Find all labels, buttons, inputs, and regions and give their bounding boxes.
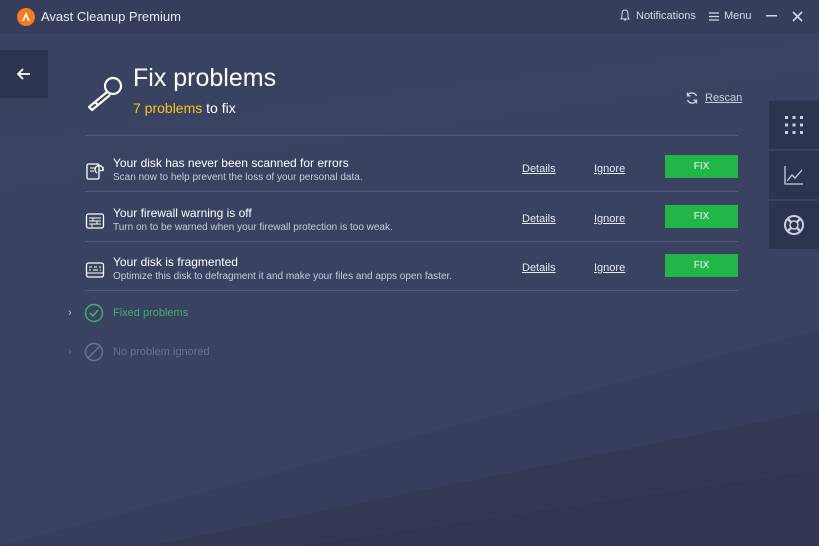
chevron-right-icon[interactable]: › — [68, 307, 72, 319]
bell-icon[interactable] — [620, 9, 630, 22]
disk-scan-icon — [86, 163, 104, 180]
side-performance-button[interactable] — [769, 151, 819, 199]
divider — [85, 290, 738, 291]
check-circle-icon — [84, 303, 104, 323]
arrow-left-icon — [16, 68, 30, 80]
problem-row-disk-scan: Your disk has never been scanned for err… — [85, 155, 738, 203]
fixed-problems-label[interactable]: Fixed problems — [113, 307, 188, 319]
hamburger-menu-icon[interactable] — [709, 12, 719, 21]
details-link[interactable]: Details — [522, 163, 556, 175]
problem-summary: 7 problems to fix — [133, 100, 236, 116]
disk-icon — [85, 262, 105, 278]
line-chart-icon — [784, 166, 803, 185]
close-icon[interactable] — [792, 11, 803, 22]
refresh-icon — [686, 92, 698, 104]
back-button[interactable] — [0, 50, 48, 98]
ignored-problems-label[interactable]: No problem ignored — [113, 346, 210, 358]
details-link[interactable]: Details — [522, 213, 556, 225]
fix-button[interactable]: FIX — [665, 155, 738, 178]
problem-title: Your disk is fragmented — [113, 255, 238, 269]
problem-row-firewall: Your firewall warning is off Turn on to … — [85, 205, 738, 253]
minimize-icon[interactable] — [766, 15, 777, 17]
fix-button[interactable]: FIX — [665, 205, 738, 228]
firewall-icon — [85, 213, 105, 229]
divider — [85, 241, 738, 242]
divider — [85, 191, 738, 192]
problem-row-fragmented: Your disk is fragmented Optimize this di… — [85, 254, 738, 302]
title-bar: Avast Cleanup Premium Notifications Menu — [0, 0, 819, 33]
page-title: Fix problems — [133, 64, 277, 92]
side-help-button[interactable] — [769, 201, 819, 249]
lifebuoy-icon — [784, 215, 804, 235]
grid-icon — [785, 116, 803, 134]
fix-button[interactable]: FIX — [665, 254, 738, 277]
ignore-link[interactable]: Ignore — [594, 262, 625, 274]
notifications-link[interactable]: Notifications — [636, 10, 696, 22]
avast-logo-icon — [17, 8, 35, 26]
problem-description: Turn on to be warned when your firewall … — [113, 222, 393, 233]
problem-title: Your firewall warning is off — [113, 206, 252, 220]
chevron-right-icon[interactable]: › — [68, 346, 72, 358]
app-title: Avast Cleanup Premium — [41, 9, 181, 24]
ignore-link[interactable]: Ignore — [594, 163, 625, 175]
details-link[interactable]: Details — [522, 262, 556, 274]
problem-title: Your disk has never been scanned for err… — [113, 156, 349, 170]
side-apps-button[interactable] — [769, 101, 819, 149]
wrench-key-icon — [87, 76, 123, 112]
problem-count: 7 problems — [133, 100, 203, 116]
rescan-label[interactable]: Rescan — [705, 92, 742, 104]
blocked-icon — [84, 342, 104, 362]
menu-link[interactable]: Menu — [724, 10, 752, 22]
ignore-link[interactable]: Ignore — [594, 213, 625, 225]
problem-description: Optimize this disk to defragment it and … — [113, 271, 453, 282]
problem-suffix: to fix — [202, 100, 236, 116]
problem-description: Scan now to help prevent the loss of you… — [113, 172, 363, 183]
divider — [85, 135, 738, 136]
